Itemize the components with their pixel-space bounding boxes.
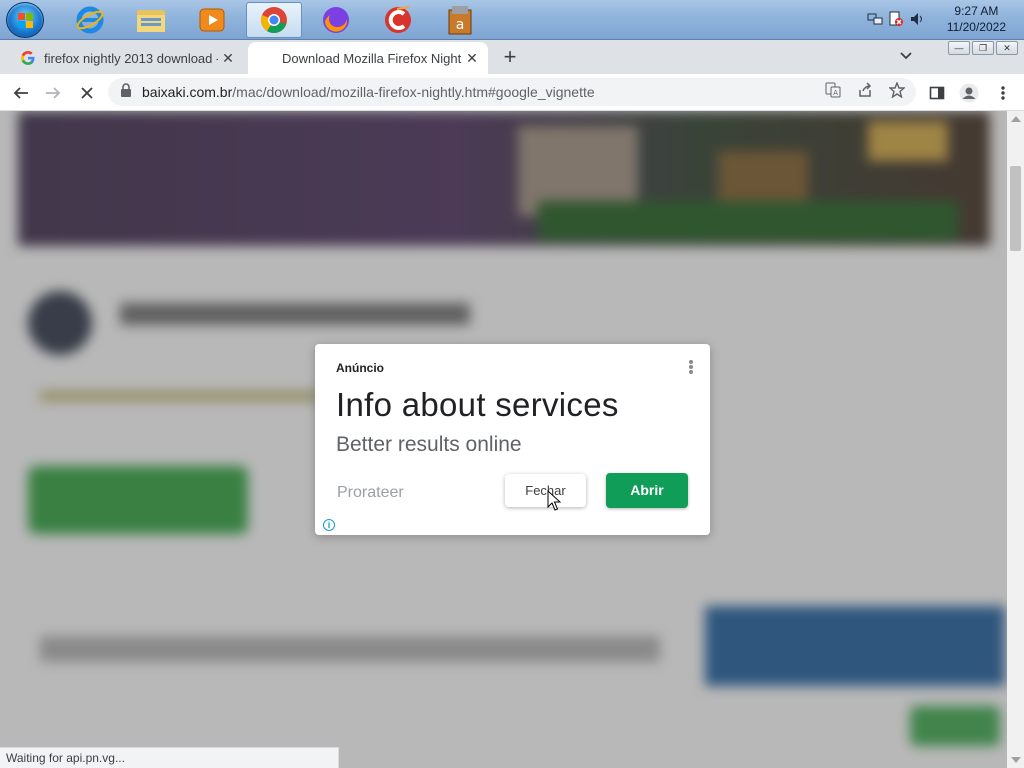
windows-logo-icon [18,13,34,29]
ad-info-icon[interactable]: i [323,519,335,531]
network-icon[interactable] [867,11,883,27]
close-tab-icon[interactable]: ✕ [462,50,482,67]
side-panel-icon [929,86,945,100]
stop-loading-button[interactable] [74,80,100,106]
installer-icon: a [448,6,472,35]
vignette-ad-dialog[interactable]: Anúncio Info about services Better resul… [315,344,710,535]
mouse-pointer-icon [547,490,561,511]
profile-button[interactable] [956,80,982,106]
open-ad-button[interactable]: Abrir [606,473,688,508]
translate-icon[interactable]: A [822,82,844,102]
folder-icon [137,10,165,32]
forward-arrow-icon [46,87,61,99]
share-icon[interactable] [854,82,876,102]
chrome-taskbar-button[interactable] [246,2,302,38]
tab-google-search[interactable]: firefox nightly 2013 download - G ✕ [8,42,244,74]
address-bar[interactable]: baixaki.com.br/mac/download/mozilla-fire… [108,78,916,106]
system-tray: 9:27 AM 11/20/2022 [859,0,1024,40]
minimize-button[interactable]: — [948,41,970,55]
url-path: /mac/download/mozilla-firefox-nightly.ht… [232,84,595,100]
lock-icon [120,82,134,102]
ad-label: Anúncio [336,361,384,375]
ad-subheadline[interactable]: Better results online [336,433,522,457]
ccleaner-taskbar-button[interactable] [370,2,426,38]
side-panel-button[interactable] [924,80,950,106]
browser-toolbar: baixaki.com.br/mac/download/mozilla-fire… [0,74,1024,111]
close-window-button[interactable]: ✕ [996,41,1018,55]
close-ad-button[interactable]: Fechar [505,474,586,507]
clock-date: 11/20/2022 [946,20,1006,34]
url-text: baixaki.com.br/mac/download/mozilla-fire… [142,84,595,100]
google-favicon-icon [20,50,36,66]
media-player-taskbar-button[interactable] [184,2,240,38]
action-center-icon[interactable] [888,11,904,27]
scroll-up-arrow-icon[interactable] [1011,116,1021,122]
avatar-icon [959,83,979,103]
back-button[interactable] [8,80,34,106]
svg-text:a: a [456,17,465,33]
close-tab-icon[interactable]: ✕ [218,50,238,67]
new-tab-button[interactable]: + [498,46,522,70]
url-host: baixaki.com.br [142,84,233,100]
installer-taskbar-button[interactable]: a [432,2,488,38]
forward-button[interactable] [40,80,66,106]
tab-firefox-nightly[interactable]: Download Mozilla Firefox Nightly ✕ [248,42,488,74]
firefox-taskbar-button[interactable] [308,2,364,38]
loading-favicon-icon [258,50,274,66]
ad-options-icon[interactable] [686,359,696,377]
taskbar-clock[interactable]: 9:27 AM 11/20/2022 [947,3,1006,35]
back-arrow-icon [13,87,28,99]
start-button[interactable] [6,2,44,38]
tab-search-chevron-icon[interactable] [896,48,916,68]
vertical-scrollbar[interactable] [1007,111,1024,768]
ccleaner-icon [385,6,411,33]
restore-button[interactable]: ❐ [972,41,994,55]
scroll-thumb[interactable] [1010,166,1021,251]
svg-text:A: A [833,89,838,97]
internet-explorer-icon [76,6,104,34]
scroll-down-arrow-icon[interactable] [1011,757,1021,763]
chrome-icon [260,7,287,34]
status-bubble: Waiting for api.pn.vg... [0,747,339,768]
close-icon [81,87,93,99]
file-explorer-taskbar-button[interactable] [123,2,179,38]
volume-icon[interactable] [909,11,925,27]
ad-advertiser[interactable]: Prorateer [337,484,404,502]
kebab-menu-icon [1001,86,1005,100]
media-player-icon [199,8,225,32]
firefox-icon [323,7,349,33]
clock-time: 9:27 AM [954,4,999,18]
window-controls: — ❐ ✕ [948,41,1018,57]
chrome-menu-button[interactable] [990,80,1016,106]
tab-title: Download Mozilla Firefox Nightly [282,50,462,66]
bookmark-star-icon[interactable] [886,81,908,102]
internet-explorer-taskbar-button[interactable] [62,2,118,38]
windows-taskbar: a 9:27 AM 11/20/2022 [0,0,1024,40]
tab-title: firefox nightly 2013 download - G [44,50,218,66]
ad-headline[interactable]: Info about services [336,386,619,424]
